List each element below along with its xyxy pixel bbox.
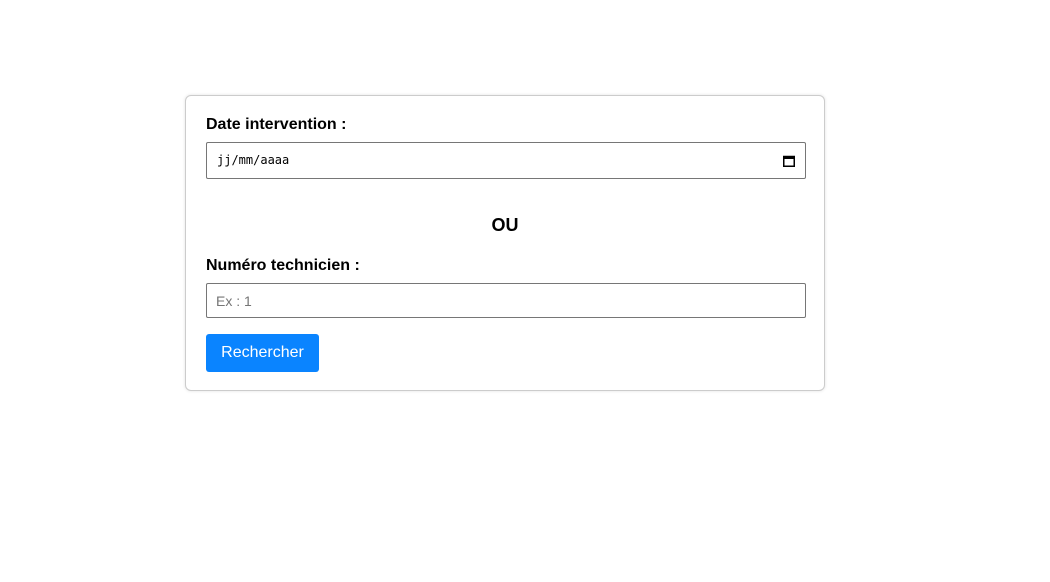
search-button[interactable]: Rechercher [206, 334, 319, 372]
technician-number-input[interactable] [206, 283, 806, 318]
date-intervention-label: Date intervention : [206, 116, 347, 133]
technician-number-label: Numéro technicien : [206, 257, 360, 274]
date-intervention-input[interactable]: jj/mm/aaaa [206, 142, 806, 179]
search-form-card: Date intervention : jj/mm/aaaa OU Numéro… [185, 95, 825, 391]
or-separator: OU [491, 215, 519, 235]
date-placeholder: jj/mm/aaaa [217, 153, 290, 167]
calendar-icon[interactable] [783, 154, 795, 167]
